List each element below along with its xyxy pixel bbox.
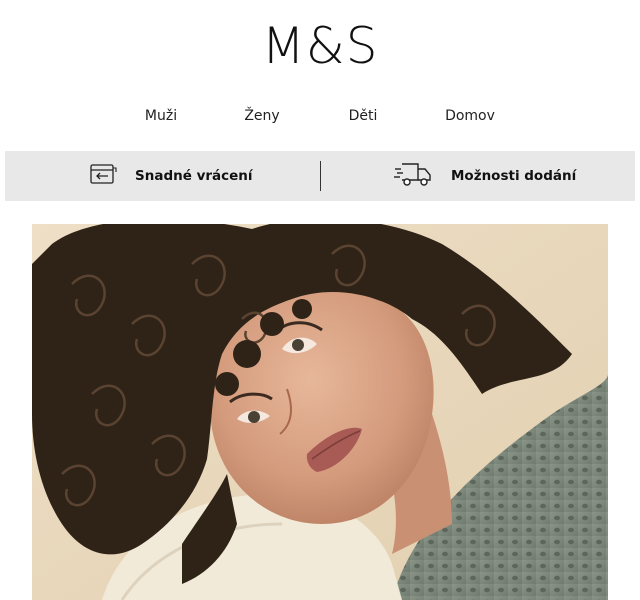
nav-item-deti[interactable]: Děti [349, 108, 378, 124]
delivery-truck-icon [393, 160, 433, 192]
email-page: M&S Muži Ženy Děti Domov Snadné vrácení [0, 0, 640, 600]
hero-image[interactable] [32, 224, 608, 600]
nav-item-muzi[interactable]: Muži [145, 108, 177, 124]
nav-item-domov[interactable]: Domov [445, 108, 495, 124]
return-box-icon [89, 162, 117, 190]
easy-returns-link[interactable]: Snadné vrácení [89, 151, 253, 201]
brand-logo[interactable]: M&S [0, 18, 640, 74]
main-nav: Muži Ženy Děti Domov [0, 108, 640, 128]
delivery-options-label: Možnosti dodání [451, 168, 577, 184]
easy-returns-label: Snadné vrácení [135, 168, 253, 184]
nav-item-zeny[interactable]: Ženy [244, 108, 279, 124]
delivery-options-link[interactable]: Možnosti dodání [393, 151, 576, 201]
benefits-divider [320, 161, 321, 191]
benefits-bar: Snadné vrácení Možnosti dodání [5, 151, 635, 201]
